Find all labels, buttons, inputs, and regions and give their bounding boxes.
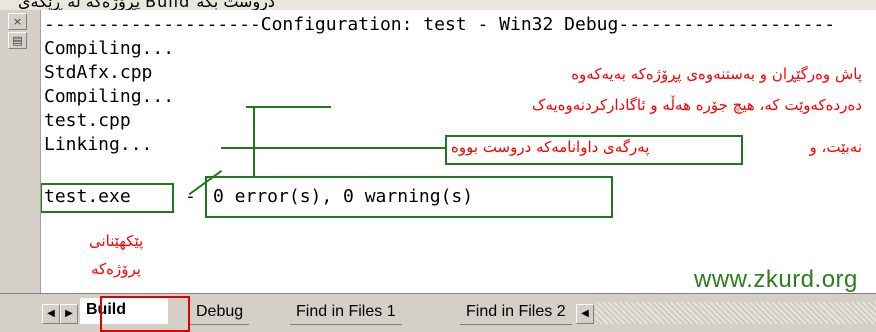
connector-top-horizontal — [246, 106, 331, 108]
annotation-line-1: پاش وەرگێڕان و بەستنەوەی پڕۆژەکە بەیەکەو… — [571, 65, 862, 83]
annotation-exe-label-1: پێکهێنانی — [89, 232, 144, 250]
build-tab-highlight — [100, 296, 190, 332]
output-line-compiling-1: Compiling... — [44, 38, 175, 59]
tab-scroll-right-icon[interactable]: ▶ — [60, 304, 78, 324]
top-clipped-strip: پڕۆژەکە لە ڕێگەی Build دروست بکە — [0, 0, 876, 10]
annotation-line-3-boxed: پەرگەی داوانامەکە دروست بووە — [451, 138, 650, 156]
output-line-config: --------------------Configuration: test … — [44, 14, 836, 35]
output-line-test-cpp: test.cpp — [44, 110, 131, 131]
tab-debug[interactable]: Debug — [190, 300, 250, 325]
exe-highlight-box — [41, 183, 174, 213]
connector-top-vertical — [253, 106, 255, 178]
output-line-linking: Linking... — [44, 134, 153, 155]
watermark-url: www.zkurd.org — [694, 266, 858, 293]
annotation-line-2: دەردەکەوێت کە، هیچ جۆرە هەڵە و ئاگادارکر… — [532, 96, 862, 114]
annotation-exe-label-2: پرۆژەکە — [91, 260, 141, 278]
pin-icon[interactable]: ▤ — [8, 32, 27, 49]
tab-find-in-files-1[interactable]: Find in Files 1 — [290, 300, 402, 325]
horizontal-scroll-left-icon[interactable]: ◀ — [576, 304, 594, 324]
build-output-pane[interactable]: --------------------Configuration: test … — [41, 10, 876, 293]
output-tab-bar: ◀ ▶ Build Debug Find in Files 1 Find in … — [0, 293, 876, 332]
horizontal-scrollbar[interactable] — [595, 302, 876, 324]
output-line-compiling-2: Compiling... — [44, 86, 175, 107]
close-icon[interactable]: × — [8, 13, 27, 30]
connector-mid-horizontal — [221, 147, 446, 149]
tab-scroll-left-icon[interactable]: ◀ — [42, 304, 60, 324]
clipped-header-text: پڕۆژەکە لە ڕێگەی Build دروست بکە — [18, 0, 276, 10]
output-window-gutter: × ▤ — [0, 10, 41, 293]
annotation-line-3-prefix: نەبێت، و — [809, 138, 863, 156]
output-line-stdafx: StdAfx.cpp — [44, 62, 153, 83]
tab-find-in-files-2[interactable]: Find in Files 2 — [460, 300, 572, 325]
result-highlight-box — [205, 176, 613, 218]
